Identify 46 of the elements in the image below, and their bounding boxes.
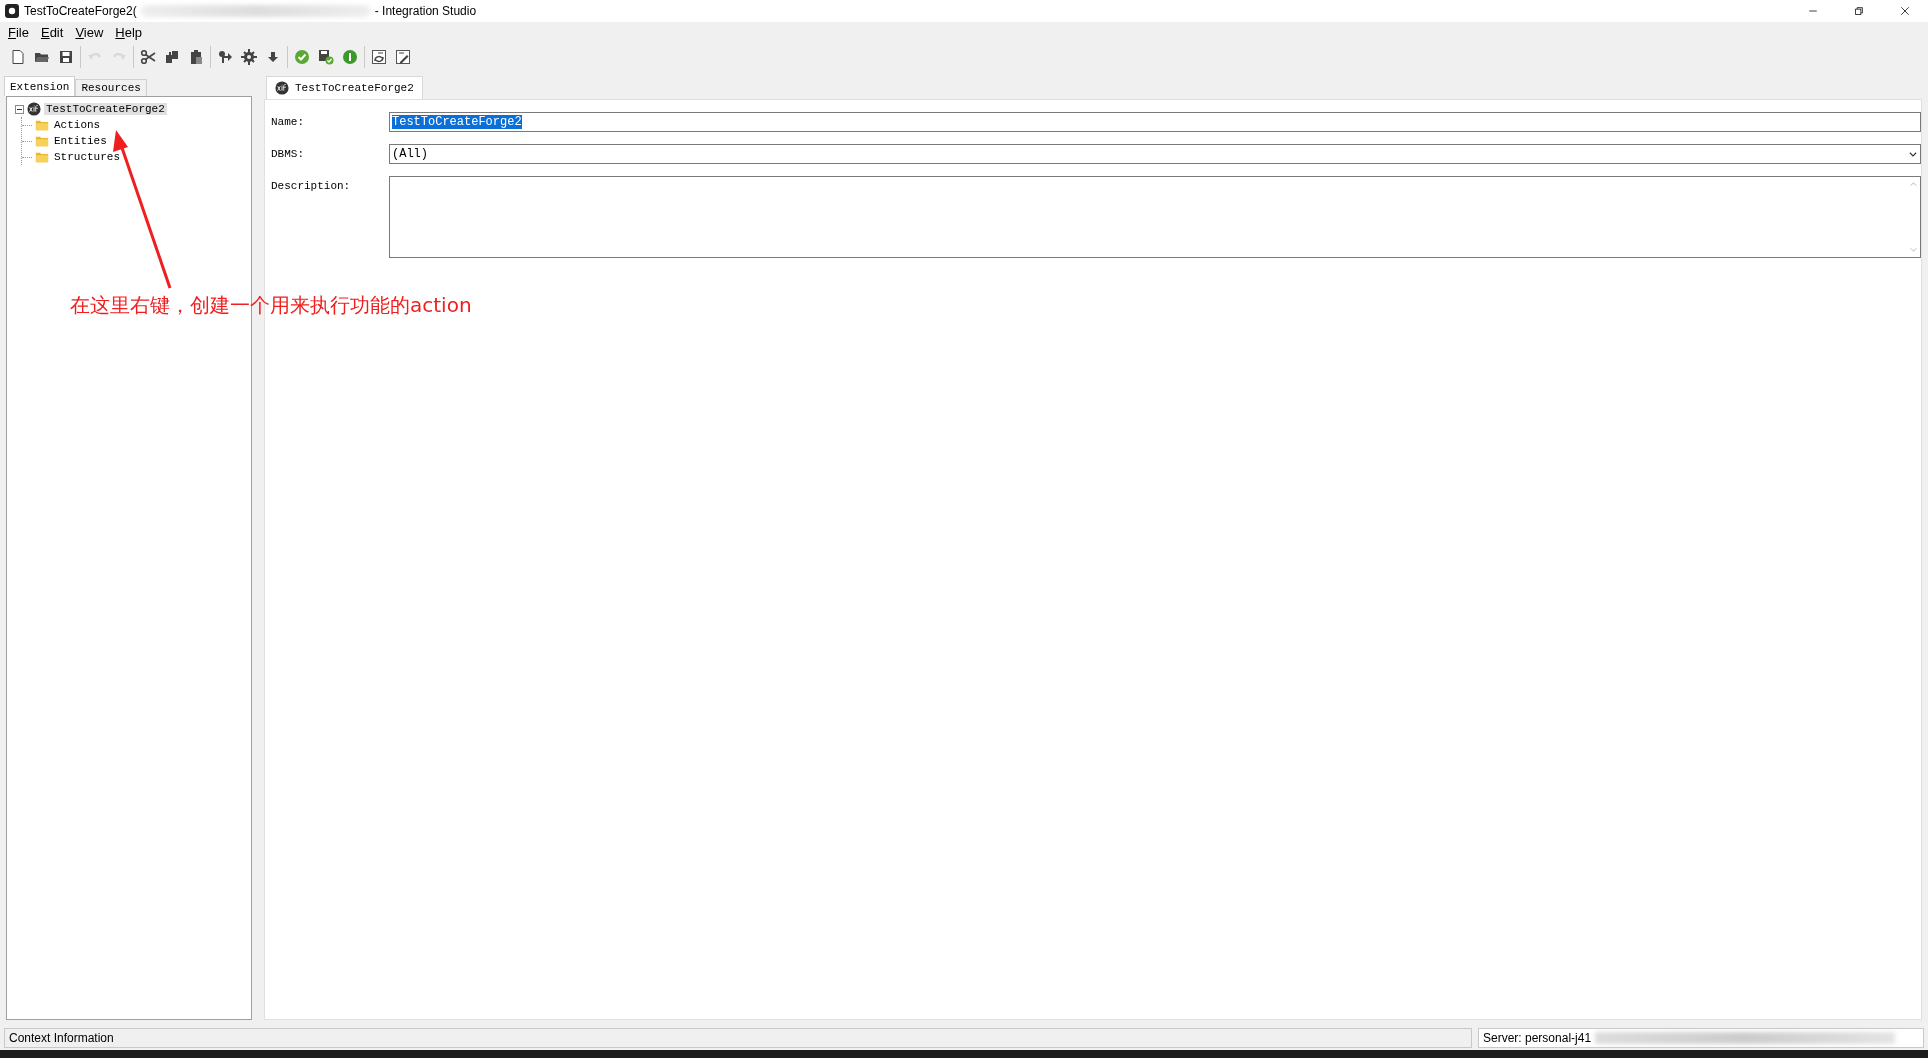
tree-item[interactable]: Structures bbox=[52, 151, 122, 163]
clipboard-icon[interactable] bbox=[188, 49, 204, 65]
app-icon bbox=[4, 3, 20, 19]
save-check-icon[interactable] bbox=[318, 49, 334, 65]
collapse-icon[interactable] bbox=[15, 104, 24, 114]
check-icon[interactable] bbox=[294, 49, 310, 65]
code-edit-icon[interactable] bbox=[395, 49, 411, 65]
code-refresh-icon[interactable] bbox=[371, 49, 387, 65]
save-icon[interactable] bbox=[58, 49, 74, 65]
window-title: TestToCreateForge2( bbox=[24, 4, 137, 18]
description-field[interactable] bbox=[389, 176, 1921, 258]
gear-icon[interactable] bbox=[241, 49, 257, 65]
scroll-up-icon bbox=[1908, 180, 1918, 189]
copy-icon[interactable] bbox=[164, 49, 180, 65]
tree-item[interactable]: Entities bbox=[52, 135, 109, 147]
menu-item[interactable]: Edit bbox=[34, 24, 70, 40]
status-text: Context Information bbox=[9, 1031, 114, 1045]
field-label: Name: bbox=[271, 115, 305, 130]
field-label: Description: bbox=[271, 179, 352, 194]
close-icon[interactable] bbox=[1899, 5, 1911, 17]
scroll-down-icon bbox=[1908, 245, 1918, 254]
editor-tab[interactable]: TestToCreateForge2 bbox=[266, 76, 423, 99]
extension-icon bbox=[275, 81, 289, 95]
document-icon[interactable] bbox=[10, 49, 26, 65]
annotation-text: 在这里右键，创建一个用来执行功能的action bbox=[70, 292, 472, 319]
folder-icon bbox=[35, 150, 49, 164]
menu-item[interactable]: File bbox=[2, 24, 35, 40]
tab[interactable]: Resources bbox=[75, 79, 147, 96]
scissors-icon[interactable] bbox=[140, 49, 156, 65]
extension-icon bbox=[27, 102, 41, 116]
publish-icon[interactable] bbox=[217, 49, 233, 65]
tree-item[interactable]: TestToCreateForge2 bbox=[44, 103, 167, 115]
field-label: DBMS: bbox=[271, 147, 305, 162]
name-field[interactable]: TestToCreateForge2 bbox=[389, 112, 1921, 132]
restore-icon[interactable] bbox=[1853, 5, 1865, 17]
menu-item[interactable]: Help bbox=[109, 24, 149, 40]
info-icon[interactable] bbox=[342, 49, 358, 65]
folder-icon bbox=[35, 134, 49, 148]
status-text: Server: personal-j41 bbox=[1483, 1031, 1592, 1045]
window-title: - Integration Studio bbox=[374, 4, 477, 18]
chevron-down-icon bbox=[1908, 149, 1918, 159]
tree-item[interactable]: Actions bbox=[52, 119, 103, 131]
folder-icon bbox=[35, 118, 49, 132]
menu-item[interactable]: View bbox=[69, 24, 110, 40]
tab[interactable]: Extension bbox=[4, 76, 76, 96]
dbms-dropdown[interactable]: (All) bbox=[389, 144, 1921, 164]
